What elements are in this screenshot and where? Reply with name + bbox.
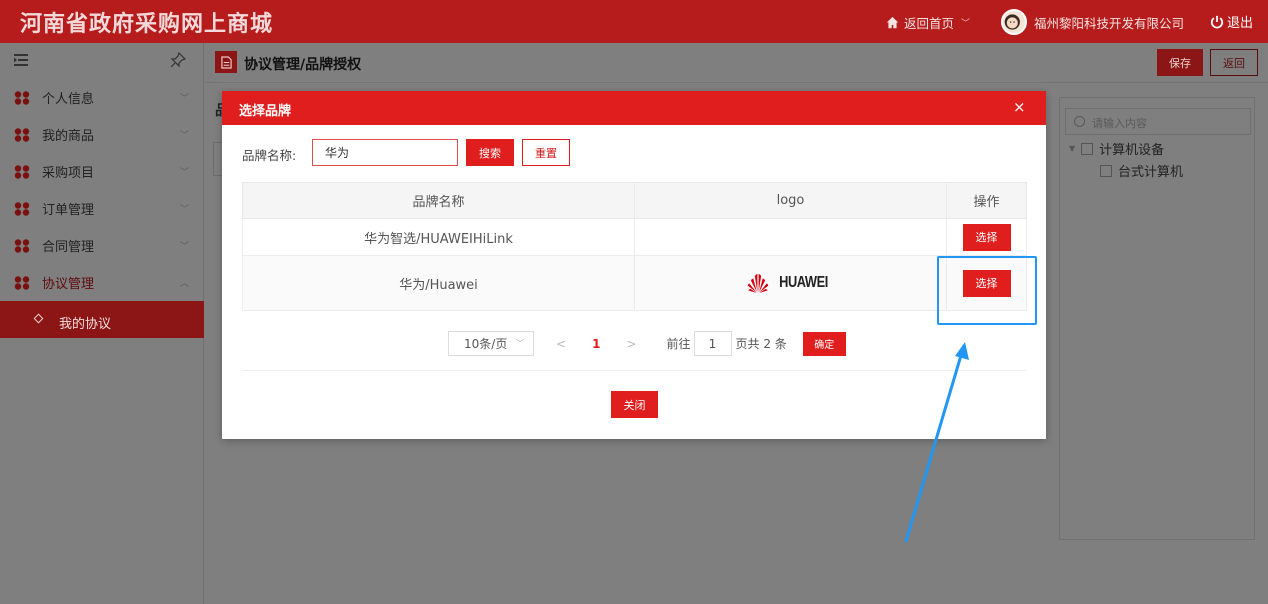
home-icon	[886, 16, 899, 29]
background-field	[213, 142, 222, 176]
goto-label: 前往	[666, 337, 691, 351]
logout-button[interactable]: 退出	[1210, 12, 1253, 31]
goto-page-input[interactable]	[693, 331, 732, 356]
sidebar-item-contracts[interactable]: 合同管理 ﹀	[0, 227, 204, 264]
chevron-down-icon: ﹀	[516, 339, 524, 348]
tree-node-desktop-computer[interactable]: 台式计算机	[1100, 161, 1183, 180]
column-header-action: 操作	[946, 182, 1027, 219]
logout-label: 退出	[1227, 16, 1254, 31]
sidebar-item-procurement[interactable]: 采购项目 ﹀	[0, 153, 204, 190]
site-title: 河南省政府采购网上商城	[20, 11, 274, 37]
table-row: 华为智选/HUAWEIHiLink 选择	[242, 218, 1027, 256]
goto-confirm-button[interactable]: 确定	[802, 331, 846, 356]
sidebar: 个人信息 ﹀ 我的商品 ﹀ 采购项目 ﹀ 订单管理 ﹀ 合同管理 ﹀ 协议管理 …	[0, 43, 204, 604]
tree-checkbox[interactable]	[1100, 164, 1112, 177]
sidebar-item-orders[interactable]: 订单管理 ﹀	[0, 190, 204, 227]
select-brand-dialog: 选择品牌 × 品牌名称: 搜索 重置 品牌名称 logo 操作 华为智选/HUA…	[222, 91, 1046, 439]
logo-cell	[634, 218, 947, 256]
brand-name-input[interactable]	[312, 139, 458, 166]
table-row: 华为/Huawei HUAWEI 选择	[242, 255, 1027, 311]
pagination: 10条/页 ﹀ < 1 > 前往 页共 2 条 确定	[448, 331, 846, 356]
sidebar-item-label: 个人信息	[42, 92, 95, 107]
sidebar-item-my-products[interactable]: 我的商品 ﹀	[0, 116, 204, 153]
search-icon	[1074, 116, 1085, 127]
tree-search-input[interactable]: 请输入内容	[1065, 108, 1251, 135]
chevron-down-icon: ﹀	[180, 205, 190, 215]
highlight-annotation	[937, 256, 1037, 325]
page-number-current[interactable]: 1	[592, 337, 600, 351]
dialog-header: 选择品牌 ×	[222, 91, 1046, 125]
category-tree-panel: 请输入内容 ▼ 计算机设备 台式计算机	[1059, 97, 1255, 540]
sidebar-item-personal-info[interactable]: 个人信息 ﹀	[0, 79, 204, 116]
next-page-button[interactable]: >	[626, 337, 636, 351]
sidebar-item-label: 订单管理	[42, 203, 95, 218]
module-icon	[14, 238, 30, 253]
document-icon	[215, 51, 237, 73]
column-header-logo: logo	[634, 182, 947, 219]
module-icon	[14, 201, 30, 216]
chevron-down-icon: ﹀	[180, 168, 190, 178]
huawei-logo: HUAWEI	[747, 273, 834, 293]
huawei-petal-icon	[747, 273, 769, 293]
total-label: 页共 2 条	[735, 337, 787, 351]
reset-button[interactable]: 重置	[522, 139, 570, 166]
sidebar-item-label: 我的商品	[42, 129, 95, 144]
menu-toggle-icon[interactable]	[14, 54, 28, 66]
avatar[interactable]	[1001, 9, 1027, 35]
action-cell: 选择	[946, 218, 1027, 256]
sidebar-item-label: 协议管理	[42, 277, 95, 292]
tree-node-label: 计算机设备	[1099, 143, 1165, 158]
chevron-down-icon: ﹀	[180, 242, 190, 252]
module-icon	[14, 164, 30, 179]
pin-icon[interactable]	[170, 52, 186, 68]
sidebar-item-label: 采购项目	[42, 166, 95, 181]
close-icon[interactable]: ×	[1013, 99, 1026, 115]
tree-checkbox[interactable]	[1081, 142, 1094, 155]
module-icon	[14, 275, 30, 290]
sidebar-subitem-my-agreements[interactable]: 我的协议	[0, 301, 204, 338]
back-button[interactable]: 返回	[1210, 49, 1258, 76]
breadcrumb-bar: 协议管理/品牌授权 保存 返回	[205, 43, 1268, 83]
caret-down-icon[interactable]: ▼	[1069, 144, 1075, 153]
table-header-row: 品牌名称 logo 操作	[242, 182, 1027, 219]
power-icon	[1210, 15, 1224, 28]
logo-cell: HUAWEI	[634, 255, 947, 311]
tree-search-placeholder: 请输入内容	[1092, 117, 1147, 130]
brand-name-label: 品牌名称:	[242, 148, 297, 163]
chevron-down-icon: ﹀	[180, 94, 190, 104]
dialog-title: 选择品牌	[239, 104, 292, 119]
column-header-brand-name: 品牌名称	[242, 182, 635, 219]
brand-table: 品牌名称 logo 操作 华为智选/HUAWEIHiLink 选择 华为/Hua…	[242, 182, 1027, 311]
brand-name-cell: 华为/Huawei	[242, 255, 635, 311]
top-header: 河南省政府采购网上商城 返回首页 ﹀ 福州黎阳科技开发有限公司 退出	[0, 0, 1268, 43]
divider	[242, 370, 1026, 371]
module-icon	[14, 127, 30, 142]
diamond-icon	[33, 313, 44, 324]
sidebar-item-label: 合同管理	[42, 240, 95, 255]
home-link-label: 返回首页	[904, 16, 955, 31]
breadcrumb: 协议管理/品牌授权	[244, 57, 362, 73]
chevron-up-icon: ︿	[180, 279, 190, 289]
company-name[interactable]: 福州黎阳科技开发有限公司	[1034, 13, 1184, 32]
chevron-down-icon: ﹀	[961, 19, 971, 29]
search-button[interactable]: 搜索	[466, 139, 514, 166]
brand-name-cell: 华为智选/HUAWEIHiLink	[242, 218, 635, 256]
chevron-down-icon: ﹀	[180, 131, 190, 141]
sidebar-toolbar	[0, 43, 203, 79]
page-size-select[interactable]: 10条/页 ﹀	[448, 331, 534, 356]
prev-page-button[interactable]: <	[556, 337, 566, 351]
home-link[interactable]: 返回首页 ﹀	[886, 13, 970, 32]
sidebar-subitem-label: 我的协议	[59, 317, 112, 332]
module-icon	[14, 90, 30, 105]
user-avatar-icon	[1004, 14, 1020, 30]
tree-node-computer-equipment[interactable]: ▼ 计算机设备	[1069, 139, 1164, 158]
close-button[interactable]: 关闭	[611, 391, 658, 418]
page-size-value: 10条/页	[464, 337, 508, 351]
select-button[interactable]: 选择	[962, 223, 1011, 251]
sidebar-item-agreements[interactable]: 协议管理 ︿	[0, 264, 204, 301]
save-button[interactable]: 保存	[1157, 49, 1203, 76]
logo-wordmark: HUAWEI	[779, 274, 828, 291]
tree-node-label: 台式计算机	[1118, 165, 1184, 180]
